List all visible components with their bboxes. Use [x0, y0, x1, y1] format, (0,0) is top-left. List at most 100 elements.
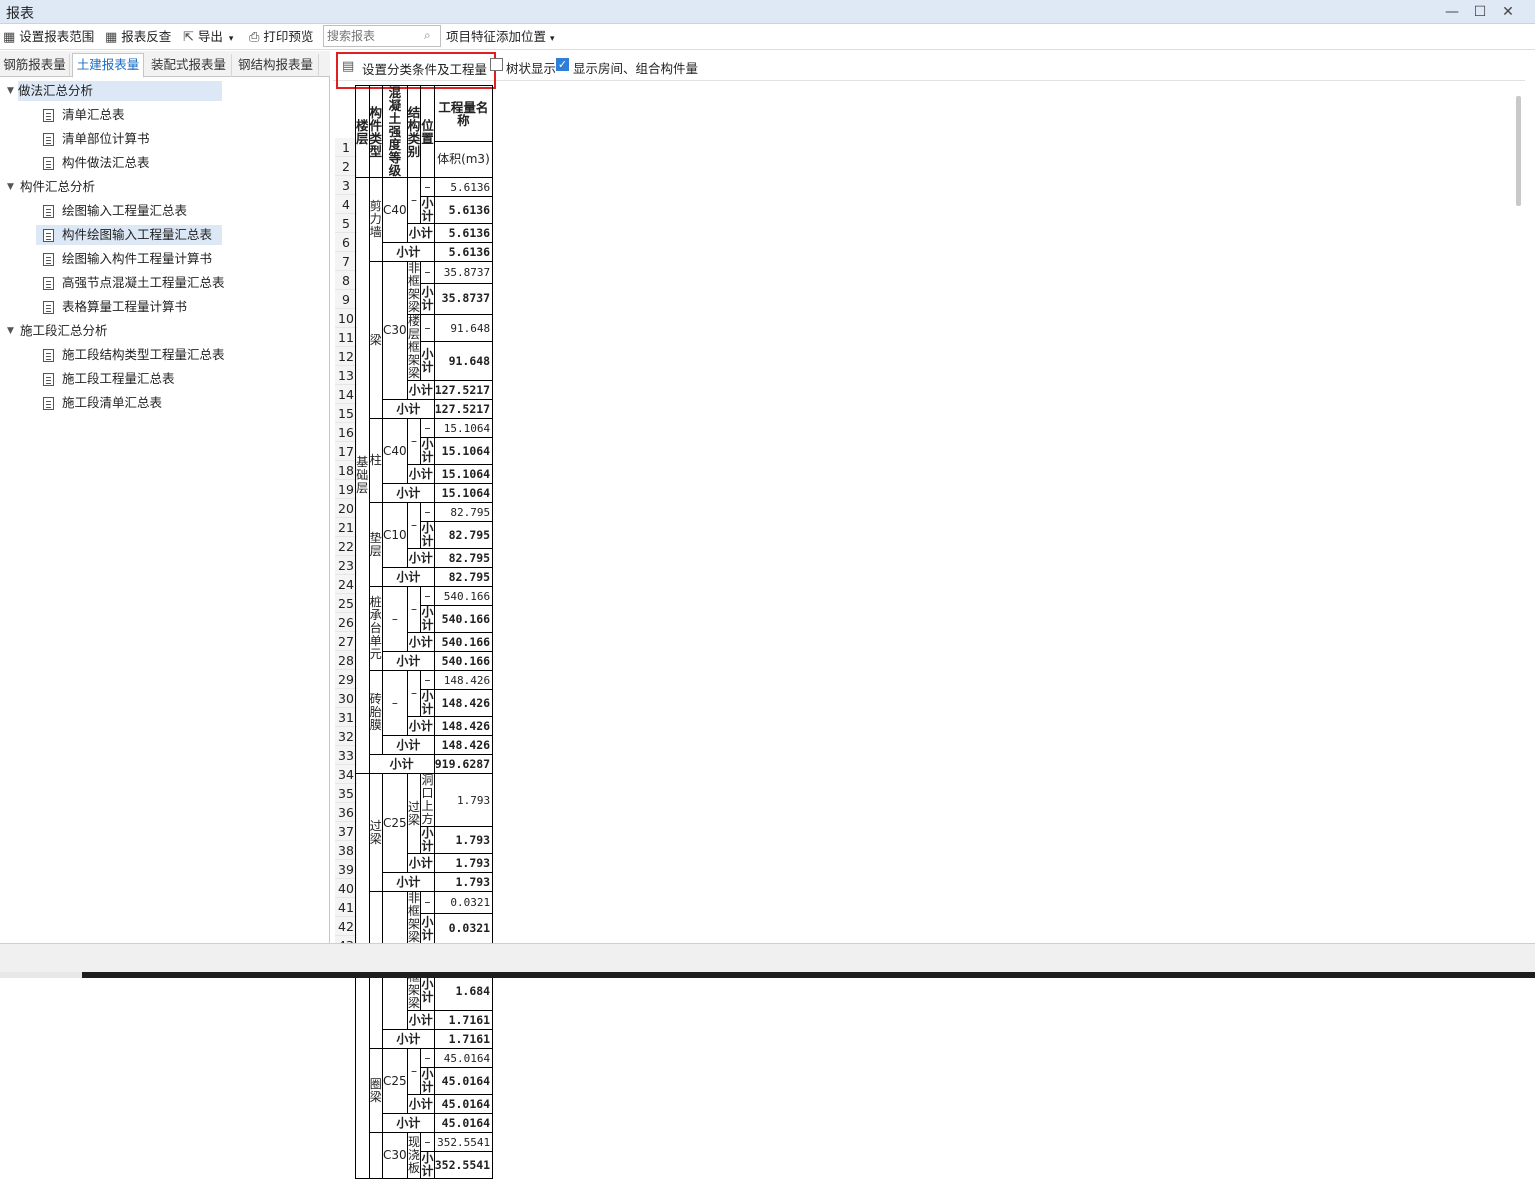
- tab-prefab[interactable]: 装配式报表量: [146, 54, 232, 77]
- table-row: C30 现浇板 –352.5541: [356, 1132, 494, 1179]
- value-cell: 45.0164: [433, 1113, 494, 1133]
- tab-steel[interactable]: 钢结构报表量: [233, 54, 319, 77]
- tree-display-checkbox[interactable]: [490, 58, 503, 71]
- row-number: 35: [335, 784, 357, 803]
- tree-group[interactable]: 构件汇总分析: [20, 177, 95, 197]
- row-number: 20: [335, 499, 357, 518]
- search-icon[interactable]: ⌕: [424, 28, 438, 42]
- struct-cell: 非框架梁: [406, 891, 422, 945]
- value-cell: 15.1064: [433, 483, 494, 503]
- tree-item[interactable]: 高强节点混凝土工程量汇总表: [62, 273, 225, 293]
- table-row: 梁 C30 非框架梁 –35.8737: [356, 261, 494, 419]
- value-cell: 148.426: [433, 689, 494, 717]
- value-cell: 5.6136: [433, 196, 494, 224]
- type-cell: 过梁: [368, 773, 384, 892]
- pos-cell: –: [420, 586, 435, 606]
- table-row: 圈梁 C25– –45.0164: [356, 1048, 494, 1133]
- vertical-scrollbar[interactable]: [1516, 96, 1521, 206]
- subtotal-cell: 小计: [420, 196, 435, 224]
- value-cell: 0.0321: [433, 912, 494, 946]
- struct-cell: 过梁: [406, 773, 422, 854]
- row-number: 29: [335, 670, 357, 689]
- tree-item[interactable]: 清单部位计算书: [62, 129, 150, 149]
- table-row: 过梁 C25 过梁 洞口上方 1.793: [355, 773, 494, 1179]
- row-number: 13: [335, 366, 357, 385]
- export-icon: ⇱: [183, 30, 194, 45]
- row-number: 15: [335, 404, 357, 423]
- tree-item[interactable]: 施工段工程量汇总表: [62, 369, 175, 389]
- row-number: 11: [335, 328, 357, 347]
- minimize-icon[interactable]: —: [1441, 2, 1463, 22]
- grade-cell: C40: [382, 177, 408, 243]
- value-cell: 91.648: [433, 313, 494, 343]
- subtotal-cell: 小计: [382, 1113, 435, 1133]
- tree-group[interactable]: 施工段汇总分析: [20, 321, 108, 341]
- value-cell: 45.0164: [433, 1067, 494, 1095]
- grade-cell: C10: [382, 502, 408, 568]
- value-cell: 82.795: [433, 548, 494, 568]
- value-cell: 82.795: [433, 567, 494, 587]
- table-row: 砖胎膜 – – –148.426: [356, 670, 494, 755]
- set-conditions-button[interactable]: 设置分类条件及工程量: [362, 59, 487, 78]
- row-number: 9: [335, 290, 357, 309]
- row-number: 18: [335, 461, 357, 480]
- value-cell: 35.8737: [433, 282, 494, 316]
- subtotal-cell: 小计: [420, 826, 435, 854]
- close-icon[interactable]: ✕: [1497, 2, 1519, 22]
- value-cell: 15.1064: [433, 418, 494, 438]
- feature-position-dropdown[interactable]: 项目特征添加位置 ▾: [446, 28, 555, 46]
- header-grade: 混凝土强度等级: [382, 85, 408, 178]
- settings-doc-icon: ▤: [342, 59, 355, 74]
- grid-icon: ▦: [3, 30, 16, 45]
- struct-cell: 现浇板: [406, 1132, 422, 1179]
- tree-item[interactable]: 表格算量工程量计算书: [62, 297, 187, 317]
- value-cell: 82.795: [433, 521, 494, 549]
- tab-civil[interactable]: 土建报表量: [72, 53, 144, 78]
- row-number: 34: [335, 765, 357, 784]
- tree-item[interactable]: 绘图输入工程量汇总表: [62, 201, 187, 221]
- tree-item[interactable]: 施工段结构类型工程量汇总表: [62, 345, 225, 365]
- maximize-icon[interactable]: ☐: [1469, 2, 1491, 22]
- print-preview-button[interactable]: ⎙ 打印预览: [249, 28, 313, 46]
- subtotal-cell: 小计: [382, 399, 435, 419]
- report-icon: [43, 133, 54, 146]
- header-floor: 楼层: [355, 85, 370, 178]
- type-cell: 垫层: [368, 502, 384, 587]
- collapse-arrow-icon[interactable]: ▼: [7, 86, 14, 96]
- row-number: 40: [335, 879, 357, 898]
- tree-item[interactable]: 构件做法汇总表: [62, 153, 150, 173]
- collapse-arrow-icon[interactable]: ▼: [7, 182, 14, 192]
- value-cell: 15.1064: [433, 464, 494, 484]
- tab-rebar[interactable]: 钢筋报表量: [0, 54, 70, 77]
- set-range-button[interactable]: ▦ 设置报表范围: [3, 28, 94, 46]
- tree-group[interactable]: 做法汇总分析: [18, 81, 222, 101]
- row-number: 16: [335, 423, 357, 442]
- subtotal-cell: 小计: [406, 464, 435, 484]
- value-cell: 148.426: [433, 716, 494, 736]
- tree-item[interactable]: 施工段清单汇总表: [62, 393, 162, 413]
- pos-cell: –: [420, 1048, 435, 1068]
- export-button[interactable]: ⇱ 导出 ▾: [183, 28, 233, 46]
- report-icon: [43, 277, 54, 290]
- row-number: 7: [335, 252, 357, 271]
- subtotal-cell: 小计: [382, 651, 435, 671]
- value-cell: 1.7161: [433, 1029, 494, 1049]
- reverse-check-button[interactable]: ▦ 报表反查: [105, 28, 171, 46]
- tree-display-label: 树状显示: [506, 61, 557, 76]
- tree-item[interactable]: 清单汇总表: [62, 105, 125, 125]
- tree-item[interactable]: 绘图输入构件工程量计算书: [62, 249, 212, 269]
- collapse-arrow-icon[interactable]: ▼: [7, 326, 14, 336]
- row-number: 39: [335, 860, 357, 879]
- report-icon: [43, 157, 54, 170]
- subtotal-cell: 小计: [406, 1010, 435, 1030]
- subtotal-cell: 小计: [406, 380, 435, 400]
- row-number: 19: [335, 480, 357, 499]
- grade-cell: –: [382, 670, 408, 736]
- header-unit: 体积(m3): [433, 141, 494, 178]
- show-rooms-checkbox[interactable]: ✓: [556, 58, 569, 71]
- subtotal-cell: 小计: [420, 437, 435, 465]
- type-cell: 圈梁: [368, 1048, 384, 1133]
- type-cell: 砖胎膜: [368, 670, 384, 755]
- value-cell: 1.793: [433, 853, 494, 873]
- tree-item-selected[interactable]: 构件绘图输入工程量汇总表: [36, 225, 222, 245]
